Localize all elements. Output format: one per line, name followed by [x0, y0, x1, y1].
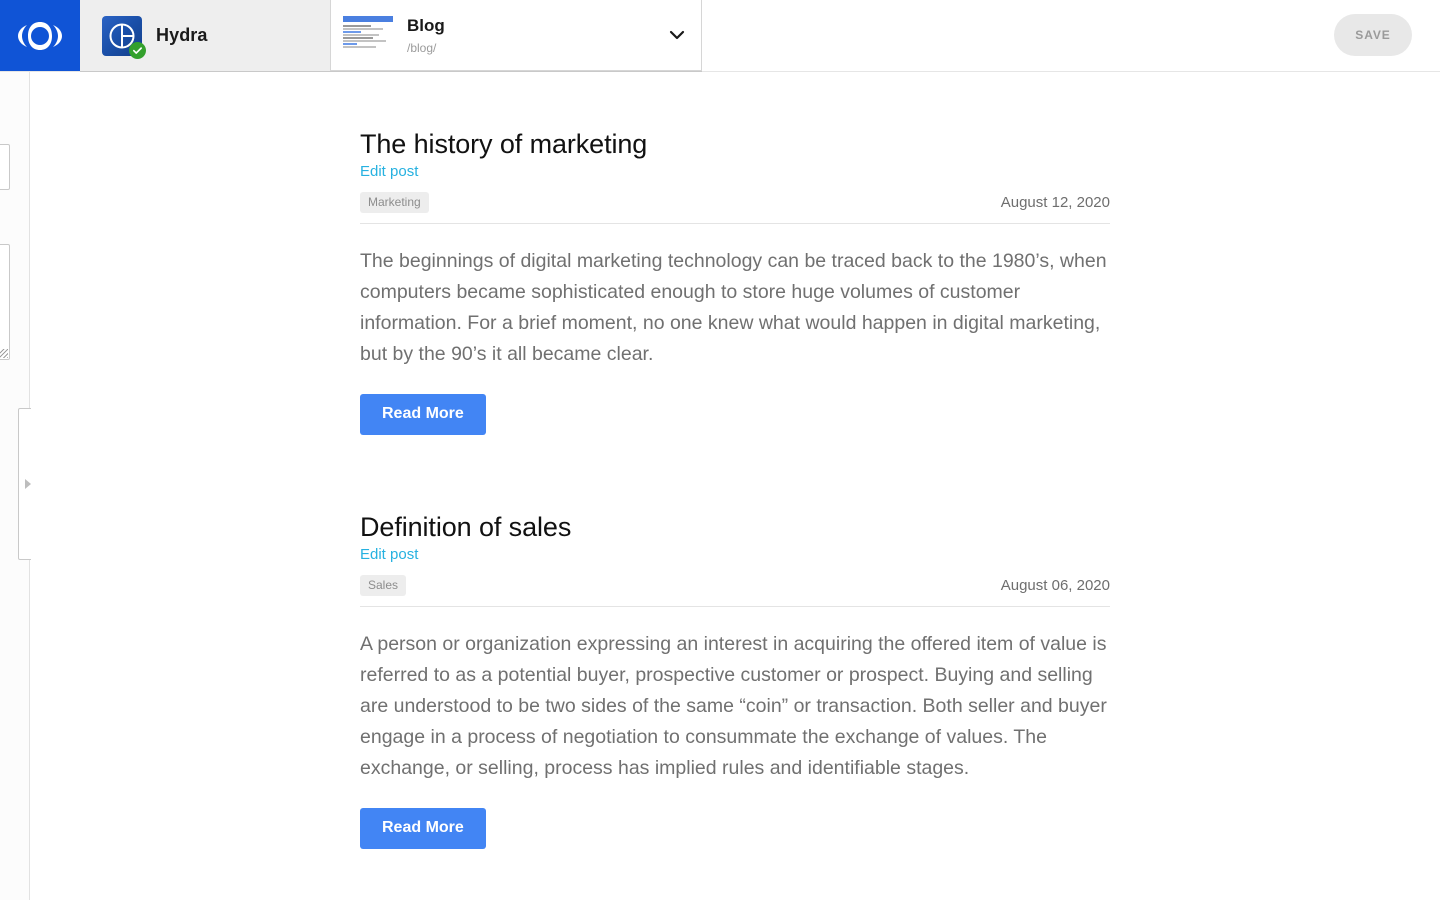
brand-logo-button[interactable]: [0, 0, 80, 71]
resize-grip-icon[interactable]: [0, 349, 8, 358]
green-check-badge-icon: [129, 42, 146, 59]
post-body-text: A person or organization expressing an i…: [360, 629, 1110, 784]
save-button[interactable]: SAVE: [1334, 14, 1412, 56]
toolbar-spacer: [702, 0, 1440, 71]
post-tag-badge[interactable]: Marketing: [360, 192, 429, 213]
app-icon-wrapper[interactable]: [102, 16, 142, 56]
page-title: Blog: [407, 16, 667, 36]
post-tag-badge[interactable]: Sales: [360, 575, 406, 596]
post-date: August 06, 2020: [1001, 577, 1110, 594]
app-name-label: Hydra: [156, 25, 208, 46]
blog-content-area: The history of marketing Edit post Marke…: [31, 72, 1440, 900]
post-title: Definition of sales: [360, 511, 1110, 543]
post-title: The history of marketing: [360, 128, 1110, 160]
collapsed-panel-top[interactable]: [0, 144, 10, 190]
chevron-down-icon[interactable]: [667, 25, 687, 45]
post-body-text: The beginnings of digital marketing tech…: [360, 246, 1110, 370]
page-path: /blog/: [407, 41, 667, 55]
hydra-eye-logo-icon: [17, 19, 63, 53]
edit-post-link[interactable]: Edit post: [360, 546, 418, 563]
post-meta-row: Marketing August 12, 2020: [360, 192, 1110, 224]
read-more-button[interactable]: Read More: [360, 394, 486, 435]
page-selector-text: Blog /blog/: [407, 16, 667, 55]
edit-post-link[interactable]: Edit post: [360, 163, 418, 180]
page-selector[interactable]: Blog /blog/: [330, 0, 702, 71]
blog-post-item: The history of marketing Edit post Marke…: [360, 128, 1110, 435]
blog-post-item: Definition of sales Edit post Sales Augu…: [360, 511, 1110, 849]
collapsed-panel-middle[interactable]: [0, 244, 10, 360]
app-identity-block: Hydra: [80, 0, 330, 71]
read-more-button[interactable]: Read More: [360, 808, 486, 849]
post-date: August 12, 2020: [1001, 194, 1110, 211]
top-toolbar: Hydra Blog /blog/ SAVE: [0, 0, 1440, 71]
post-meta-row: Sales August 06, 2020: [360, 575, 1110, 607]
page-thumbnail-icon: [341, 13, 395, 57]
